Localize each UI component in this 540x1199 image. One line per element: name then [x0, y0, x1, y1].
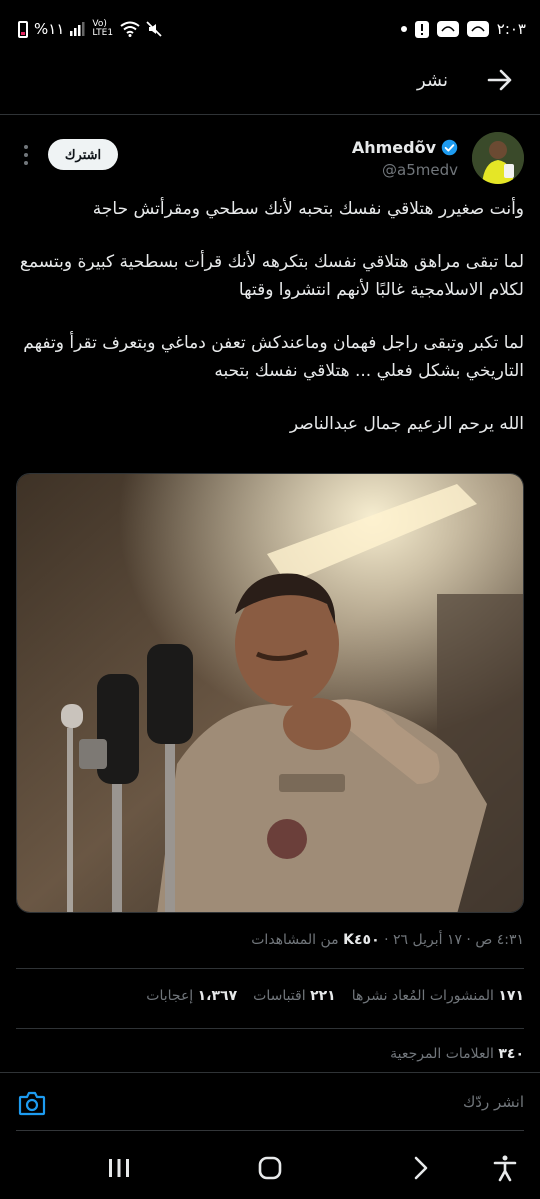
status-right: ٢:٠٣	[400, 20, 526, 38]
bookmarks-count: ٣٤٠	[498, 1046, 524, 1062]
quotes-label: اقتباسات	[253, 988, 306, 1004]
tweet-text: وأنت صغيرر هتلاقي نفسك بتحبه لأنك سطحي و…	[14, 195, 524, 463]
tweet-paragraph-1: وأنت صغيرر هتلاقي نفسك بتحبه لأنك سطحي و…	[92, 199, 524, 219]
tweet-timestamp: ٤:٣١ ص · ١٧ أبريل ٢٦ ·	[384, 932, 524, 948]
battery-percent: %١١	[34, 20, 65, 38]
tweet-paragraph-4: الله يرحم الزعيم جمال عبدالناصر	[289, 414, 524, 434]
camera-icon[interactable]	[18, 1090, 46, 1116]
bookmarks-label: العلامات المرجعية	[390, 1046, 494, 1062]
tweet-paragraph-3: لما تكبر وتبقى راجل فهمان وماعندكش تعفن …	[23, 333, 524, 381]
more-options-icon[interactable]	[22, 144, 30, 166]
wifi-icon	[120, 21, 141, 37]
battery-icon	[18, 20, 28, 38]
notification-dot-icon	[400, 26, 407, 32]
author-handle[interactable]: @a5medv	[382, 161, 458, 179]
mute-icon	[146, 21, 163, 37]
reply-input[interactable]: انشر ردّك	[463, 1093, 524, 1111]
app-notification-icon	[436, 21, 459, 37]
home-icon[interactable]	[255, 1154, 285, 1182]
network-label: Vo) LTE1	[92, 19, 114, 38]
verified-badge-icon	[441, 139, 458, 156]
tweet-meta: ٤:٣١ ص · ١٧ أبريل ٢٦ · K٤٥٠ من المشاهدات	[251, 932, 524, 948]
signal-icon	[70, 22, 85, 36]
reply-bar: انشر ردّك	[0, 1072, 540, 1132]
bookmarks-stat[interactable]: ٣٤٠ العلامات المرجعية	[390, 1046, 524, 1062]
status-left: %١١ Vo) LTE1	[18, 19, 163, 38]
back-arrow-icon[interactable]	[486, 66, 514, 94]
photo-image	[17, 474, 523, 912]
likes-count: ١،٣٦٧	[197, 988, 238, 1004]
likes-label: إعجابات	[146, 988, 194, 1004]
accessibility-icon[interactable]	[490, 1154, 520, 1182]
system-nav-bar	[0, 1140, 540, 1199]
reposts-label: المنشورات المُعاد نشرها	[351, 988, 494, 1004]
quotes-stat[interactable]: ٢٢١ اقتباسات	[253, 988, 336, 1004]
status-bar: %١١ Vo) LTE1 ٢:٠٣	[0, 0, 540, 60]
tweet-paragraph-2: لما تبقى مراهق هتلاقي نفسك بتكرهه لأنك ق…	[19, 252, 524, 300]
views-label: من المشاهدات	[251, 932, 339, 948]
top-header: نشر	[0, 60, 540, 115]
tweet-author-row: Ahmedõv @a5medv اشترك	[0, 130, 540, 190]
page-title: نشر	[417, 70, 448, 91]
author-name-row[interactable]: Ahmedõv	[352, 138, 458, 157]
reply-underline	[16, 1130, 524, 1131]
avatar-image	[472, 132, 524, 184]
avatar[interactable]	[472, 132, 524, 184]
tweet-media-photo[interactable]	[16, 473, 524, 913]
back-nav-icon[interactable]	[406, 1154, 436, 1182]
recent-apps-icon[interactable]	[104, 1154, 134, 1182]
app-notification-icon-2	[466, 21, 489, 37]
tweet-stats: ١٧١ المنشورات المُعاد نشرها ٢٢١ اقتباسات…	[146, 988, 524, 1004]
alert-icon	[414, 20, 429, 38]
likes-stat[interactable]: ١،٣٦٧ إعجابات	[146, 988, 237, 1004]
subscribe-button[interactable]: اشترك	[48, 139, 118, 170]
divider	[16, 968, 524, 969]
views-count: K٤٥٠	[343, 932, 380, 948]
clock: ٢:٠٣	[496, 20, 526, 38]
author-name: Ahmedõv	[351, 138, 436, 157]
divider	[16, 1028, 524, 1029]
quotes-count: ٢٢١	[310, 988, 336, 1004]
reposts-stat[interactable]: ١٧١ المنشورات المُعاد نشرها	[352, 988, 524, 1004]
reposts-count: ١٧١	[498, 988, 524, 1004]
